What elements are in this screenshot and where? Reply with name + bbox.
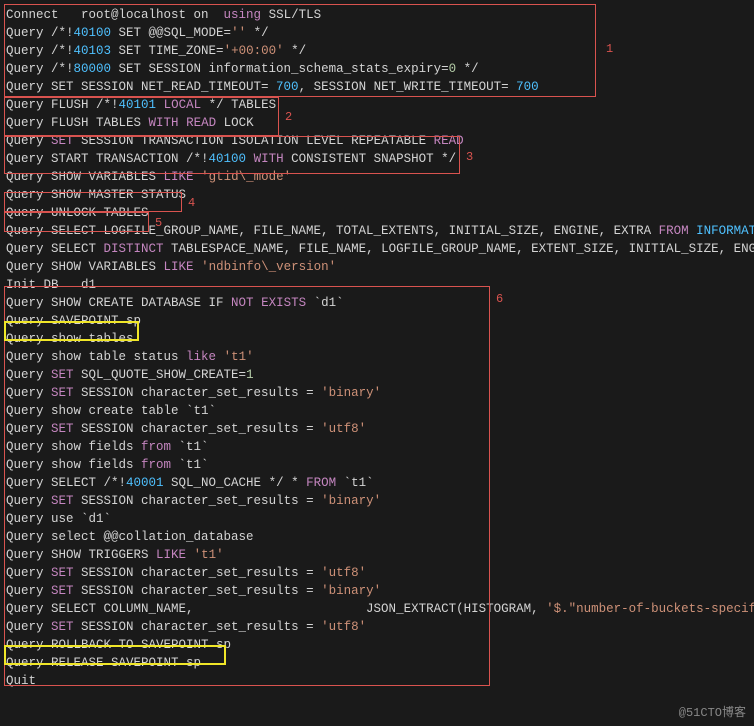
log-line: Query SELECT DISTINCT TABLESPACE_NAME, F… [6,240,748,258]
log-line: Query SET SQL_QUOTE_SHOW_CREATE=1 [6,366,748,384]
log-line: Query FLUSH TABLES WITH READ LOCK [6,114,748,132]
log-line: Query SET SESSION TRANSACTION ISOLATION … [6,132,748,150]
log-line: Query FLUSH /*!40101 LOCAL */ TABLES [6,96,748,114]
log-line: Query SAVEPOINT sp [6,312,748,330]
log-line: Query SHOW MASTER STATUS [6,186,748,204]
log-line: Query SHOW TRIGGERS LIKE 't1' [6,546,748,564]
log-line: Query START TRANSACTION /*!40100 WITH CO… [6,150,748,168]
log-line: Query SET SESSION character_set_results … [6,492,748,510]
log-line: Query show create table `t1` [6,402,748,420]
watermark: @51CTO博客 [679,704,746,722]
log-line: Query SET SESSION character_set_results … [6,420,748,438]
log-line: Query RELEASE SAVEPOINT sp [6,654,748,672]
log-line: Query show fields from `t1` [6,456,748,474]
log-line: Query SET SESSION character_set_results … [6,564,748,582]
log-line: Query UNLOCK TABLES [6,204,748,222]
log-line: Query SELECT /*!40001 SQL_NO_CACHE */ * … [6,474,748,492]
log-line: Query /*!80000 SET SESSION information_s… [6,60,748,78]
log-line: Quit [6,672,748,690]
log-line: Query SELECT LOGFILE_GROUP_NAME, FILE_NA… [6,222,748,240]
log-line: Query select @@collation_database [6,528,748,546]
log-line: Init DB d1 [6,276,748,294]
log-line: Query SET SESSION character_set_results … [6,384,748,402]
log-line: Query /*!40100 SET @@SQL_MODE='' */ [6,24,748,42]
log-line: Query show tables [6,330,748,348]
log-line: Query ROLLBACK TO SAVEPOINT sp [6,636,748,654]
log-line: Query SET SESSION NET_READ_TIMEOUT= 700,… [6,78,748,96]
log-line: Query SHOW CREATE DATABASE IF NOT EXISTS… [6,294,748,312]
log-line: Query /*!40103 SET TIME_ZONE='+00:00' */ [6,42,748,60]
log-line: Query SELECT COLUMN_NAME, JSON_EXTRACT(H… [6,600,748,618]
log-line: Query SHOW VARIABLES LIKE 'ndbinfo\_vers… [6,258,748,276]
log-line: Query SET SESSION character_set_results … [6,618,748,636]
log-line: Query show fields from `t1` [6,438,748,456]
log-line: Query SET SESSION character_set_results … [6,582,748,600]
sql-log: Connect root@localhost on using SSL/TLSQ… [6,6,748,690]
log-line: Query SHOW VARIABLES LIKE 'gtid\_mode' [6,168,748,186]
log-line: Connect root@localhost on using SSL/TLS [6,6,748,24]
log-line: Query show table status like 't1' [6,348,748,366]
log-line: Query use `d1` [6,510,748,528]
